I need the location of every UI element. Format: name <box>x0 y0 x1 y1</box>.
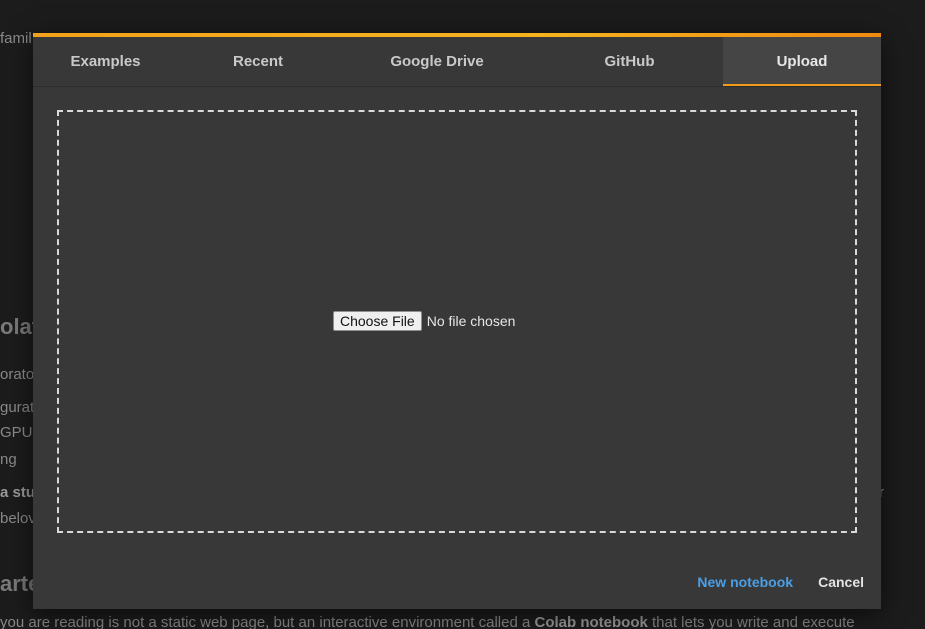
tab-recent[interactable]: Recent <box>178 37 338 86</box>
upload-dropzone[interactable]: Choose File No file chosen <box>57 110 857 533</box>
background-text: GPU <box>0 424 33 441</box>
tab-upload[interactable]: Upload <box>723 37 881 86</box>
background-text-part: you are reading is not a static web page… <box>0 614 535 629</box>
new-notebook-button[interactable]: New notebook <box>697 574 793 590</box>
background-text: you are reading is not a static web page… <box>0 614 855 629</box>
background-text: gurat <box>0 399 35 416</box>
open-notebook-dialog: Examples Recent Google Drive GitHub Uplo… <box>33 33 881 609</box>
file-input: Choose File No file chosen <box>333 311 515 331</box>
tab-label: Examples <box>70 53 141 70</box>
tab-label: Google Drive <box>390 53 484 70</box>
tab-google-drive[interactable]: Google Drive <box>338 37 536 86</box>
dialog-actions: New notebook Cancel <box>697 574 864 590</box>
tab-label: Recent <box>232 53 284 70</box>
background-text-part: that lets you write and execute <box>647 614 855 629</box>
background-text-bold: Colab notebook <box>534 614 648 629</box>
background-text: ng <box>0 451 17 468</box>
tab-label: GitHub <box>604 53 655 70</box>
tab-label: Upload <box>776 53 828 70</box>
tab-examples[interactable]: Examples <box>33 37 178 86</box>
background-text: famil <box>0 30 32 47</box>
cancel-button[interactable]: Cancel <box>818 574 864 590</box>
file-status-text: No file chosen <box>426 313 516 329</box>
dialog-tabs: Examples Recent Google Drive GitHub Uplo… <box>33 37 881 87</box>
background-text: orato <box>0 366 35 383</box>
choose-file-button[interactable]: Choose File <box>333 311 422 331</box>
background-text: belov <box>0 510 36 527</box>
tab-github[interactable]: GitHub <box>536 37 723 86</box>
